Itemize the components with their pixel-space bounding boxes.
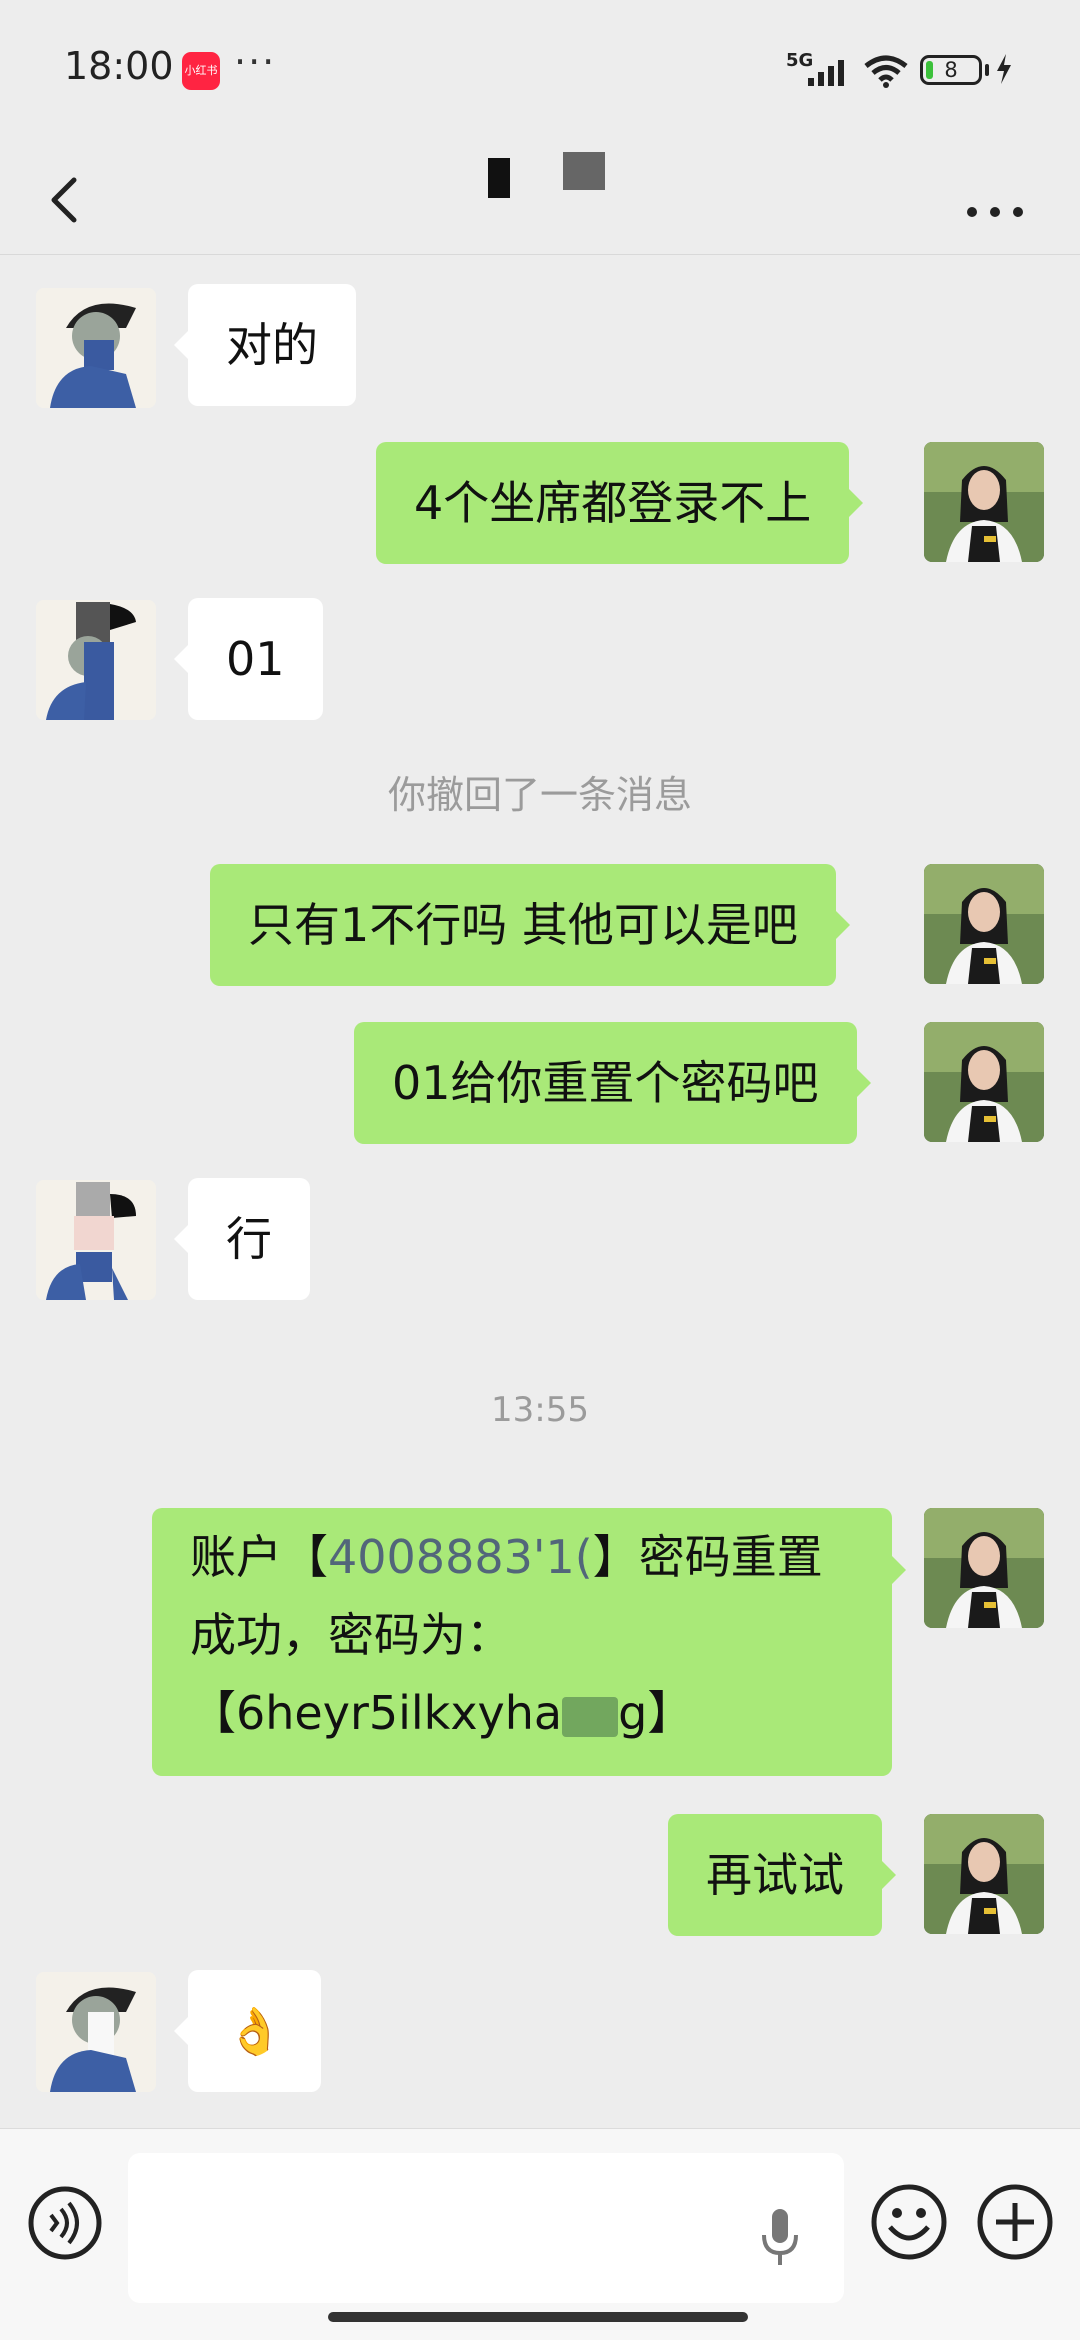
mic-icon[interactable] [758,2207,802,2267]
message-text: 只有1不行吗 其他可以是吧 [248,898,798,952]
voice-icon[interactable] [27,2185,103,2261]
message-text: 01给你重置个密码吧 [392,1056,819,1110]
app-badge-icon: 小红书 [182,52,220,90]
message-bubble-incoming[interactable]: 行 [174,1178,310,1300]
battery-icon: 8 [920,55,982,85]
contact-avatar[interactable] [36,600,156,720]
message-bubble-incoming[interactable]: 对的 [174,284,356,406]
message-text: 4个坐席都登录不上 [414,476,812,530]
status-time: 18:00 [64,44,174,88]
back-chevron-icon[interactable] [40,158,100,238]
emoji-message-ok-hand: 👌 [226,2004,284,2058]
chat-header [0,140,1080,255]
message-bubble-incoming[interactable]: 👌 [173,1970,322,2092]
contact-avatar[interactable] [36,1180,156,1300]
message-text-prefix: 账户【 [190,1530,328,1584]
charging-icon [997,54,1011,84]
battery-level: 8 [944,58,958,82]
message-text: 再试试 [706,1848,844,1902]
contact-avatar[interactable] [36,1972,156,2092]
message-bubble-incoming[interactable]: 01 [174,598,323,720]
recall-notice: 你撤回了一条消息 [387,773,692,817]
my-avatar[interactable] [924,1814,1044,1934]
status-bar: 18:00 小红书 ··· 5G 8 [0,0,1080,140]
status-dots: ··· [234,40,277,84]
message-text: 01 [226,632,285,686]
message-bubble-outgoing[interactable]: 再试试 [668,1814,896,1936]
password-text-end: g】 [618,1686,694,1740]
message-input[interactable] [128,2153,844,2303]
account-number-link[interactable]: 4008883'1( [328,1530,593,1584]
plus-icon[interactable] [976,2183,1054,2261]
message-bubble-outgoing[interactable]: 01给你重置个密码吧 [354,1022,871,1144]
my-avatar[interactable] [924,1508,1044,1628]
my-avatar[interactable] [924,442,1044,562]
password-text: 【6heyr5ilkxyha [190,1686,563,1740]
message-bubble-outgoing[interactable]: 4个坐席都登录不上 [376,442,864,564]
chat-input-bar [0,2128,1080,2340]
contact-name-redacted [440,140,640,254]
my-avatar[interactable] [924,864,1044,984]
emoji-icon[interactable] [870,2183,948,2261]
my-avatar[interactable] [924,1022,1044,1142]
home-indicator[interactable] [328,2312,748,2322]
message-bubble-outgoing-password[interactable]: 账户【4008883'1(】密码重置成功，密码为：【6heyr5ilkxyha g… [152,1508,906,1776]
message-bubble-outgoing[interactable]: 只有1不行吗 其他可以是吧 [210,864,850,986]
contact-avatar[interactable] [36,288,156,408]
redaction-blur [562,1696,619,1737]
more-horizontal-icon[interactable] [960,168,1030,228]
message-text: 对的 [226,318,318,372]
signal-icon [808,60,844,86]
wifi-icon [864,55,908,88]
message-timestamp: 13:55 [491,1390,589,1430]
message-text: 行 [226,1212,272,1266]
